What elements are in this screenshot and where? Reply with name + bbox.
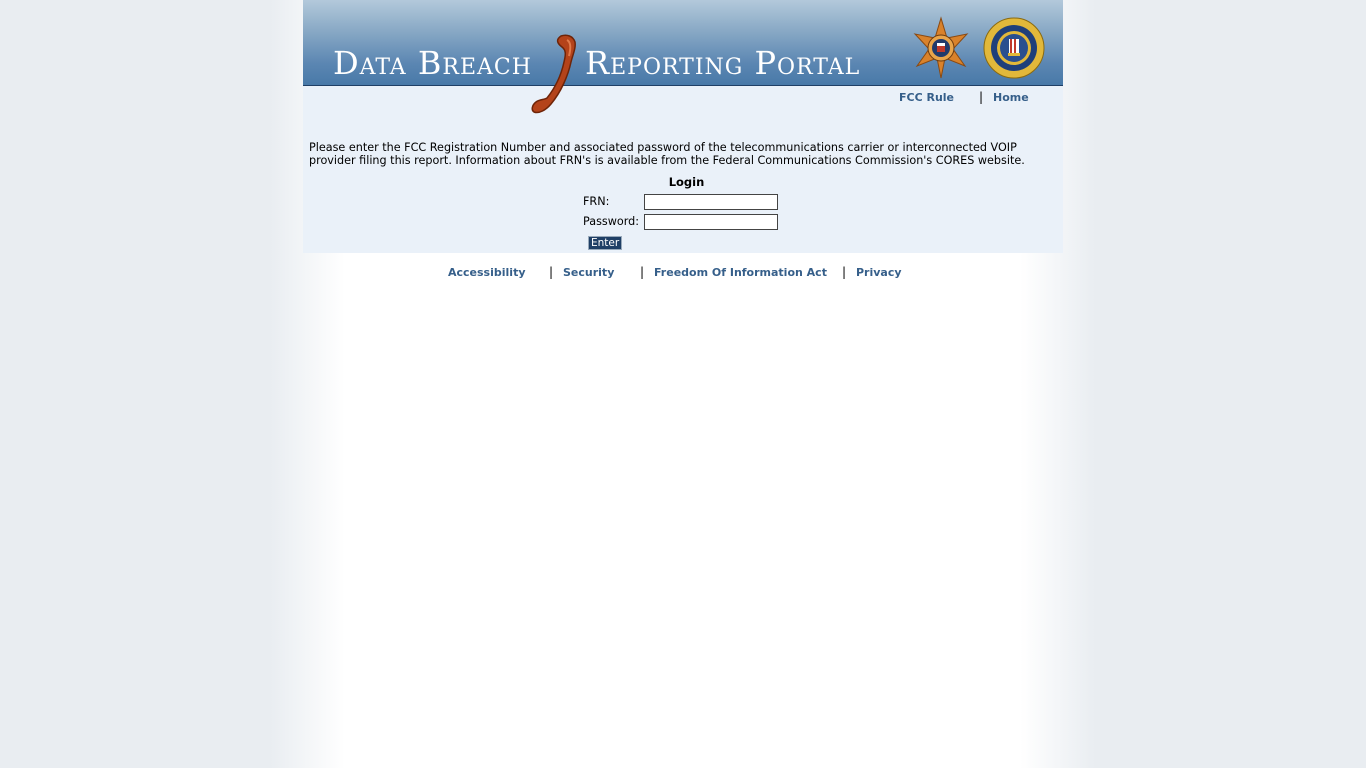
frn-input[interactable] bbox=[644, 194, 778, 210]
security-link[interactable]: Security bbox=[563, 266, 614, 279]
portal-title: Data Breach Reporting Portal bbox=[333, 44, 859, 82]
login-instructions: Please enter the FCC Registration Number… bbox=[309, 141, 1025, 167]
main-content: FCC Rule | Home Please enter the FCC Reg… bbox=[303, 86, 1063, 253]
footer-separator: | bbox=[549, 265, 554, 279]
password-input[interactable] bbox=[644, 214, 778, 230]
footer-separator: | bbox=[640, 265, 645, 279]
header-banner: Data Breach Reporting Portal bbox=[303, 0, 1063, 86]
portal-title-left: Data Breach bbox=[333, 44, 532, 82]
footer-nav: Accessibility | Security | Freedom Of In… bbox=[303, 265, 1063, 284]
nav-separator: | bbox=[979, 90, 984, 104]
page-container: Data Breach Reporting Portal FCC Rule | … bbox=[303, 0, 1063, 253]
password-label: Password: bbox=[583, 215, 640, 228]
foia-link[interactable]: Freedom Of Information Act bbox=[654, 266, 827, 279]
login-heading: Login bbox=[668, 175, 705, 189]
top-nav: FCC Rule | Home bbox=[303, 90, 1063, 107]
footer-separator: | bbox=[842, 265, 847, 279]
privacy-link[interactable]: Privacy bbox=[856, 266, 902, 279]
fcc-rule-link[interactable]: FCC Rule bbox=[899, 91, 954, 104]
fbi-seal-icon bbox=[983, 17, 1045, 79]
phone-handset-icon bbox=[531, 34, 576, 114]
home-link[interactable]: Home bbox=[993, 91, 1029, 104]
secret-service-star-icon bbox=[913, 16, 969, 79]
enter-button[interactable]: Enter bbox=[588, 236, 623, 250]
frn-label: FRN: bbox=[583, 195, 610, 208]
portal-title-right: Reporting Portal bbox=[585, 44, 861, 82]
accessibility-link[interactable]: Accessibility bbox=[448, 266, 526, 279]
